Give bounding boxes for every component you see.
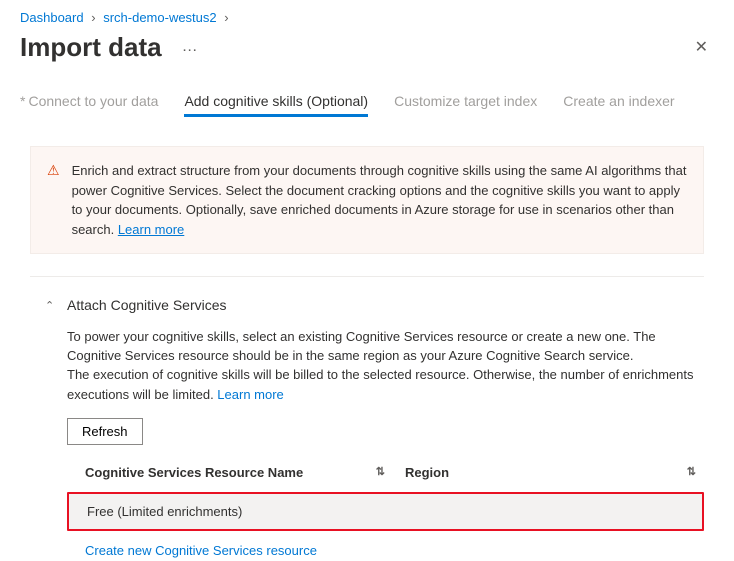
tab-connect-data[interactable]: *Connect to your data bbox=[20, 93, 158, 117]
attach-cognitive-services-header[interactable]: ⌃ Attach Cognitive Services bbox=[45, 297, 704, 313]
wizard-tabs: *Connect to your data Add cognitive skil… bbox=[20, 93, 714, 118]
page-title: Import data bbox=[20, 32, 162, 63]
section-description-1: To power your cognitive skills, select a… bbox=[67, 327, 704, 365]
resource-name-cell: Free (Limited enrichments) bbox=[87, 502, 242, 521]
table-header-row: Cognitive Services Resource Name ⇅ Regio… bbox=[67, 455, 704, 492]
sort-icon[interactable]: ⇅ bbox=[687, 464, 704, 480]
chevron-up-icon: ⌃ bbox=[45, 299, 57, 312]
table-row[interactable]: Free (Limited enrichments) bbox=[67, 492, 704, 531]
breadcrumb-service[interactable]: srch-demo-westus2 bbox=[103, 10, 216, 25]
required-star-icon: * bbox=[20, 93, 25, 109]
create-resource-link[interactable]: Create new Cognitive Services resource bbox=[67, 531, 704, 560]
section-divider bbox=[30, 276, 704, 277]
close-icon[interactable]: ✕ bbox=[689, 31, 714, 63]
info-banner: ⚠ Enrich and extract structure from your… bbox=[30, 146, 704, 254]
tab-add-cognitive-skills[interactable]: Add cognitive skills (Optional) bbox=[184, 93, 368, 117]
chevron-right-icon: › bbox=[91, 10, 95, 25]
section-description-2: The execution of cognitive skills will b… bbox=[67, 367, 693, 401]
section-title: Attach Cognitive Services bbox=[67, 297, 227, 313]
tab-customize-index[interactable]: Customize target index bbox=[394, 93, 537, 117]
sort-icon[interactable]: ⇅ bbox=[376, 464, 405, 480]
tab-create-indexer[interactable]: Create an indexer bbox=[563, 93, 674, 117]
section-learn-more-link[interactable]: Learn more bbox=[217, 387, 283, 402]
column-header-region[interactable]: Region bbox=[405, 463, 449, 482]
column-header-name[interactable]: Cognitive Services Resource Name bbox=[85, 463, 303, 482]
more-actions-icon[interactable]: … bbox=[178, 38, 203, 56]
info-learn-more-link[interactable]: Learn more bbox=[118, 222, 184, 237]
chevron-right-icon: › bbox=[224, 10, 228, 25]
refresh-button[interactable]: Refresh bbox=[67, 418, 143, 445]
breadcrumb: Dashboard › srch-demo-westus2 › bbox=[20, 10, 714, 25]
warning-icon: ⚠ bbox=[47, 161, 60, 181]
breadcrumb-dashboard[interactable]: Dashboard bbox=[20, 10, 84, 25]
